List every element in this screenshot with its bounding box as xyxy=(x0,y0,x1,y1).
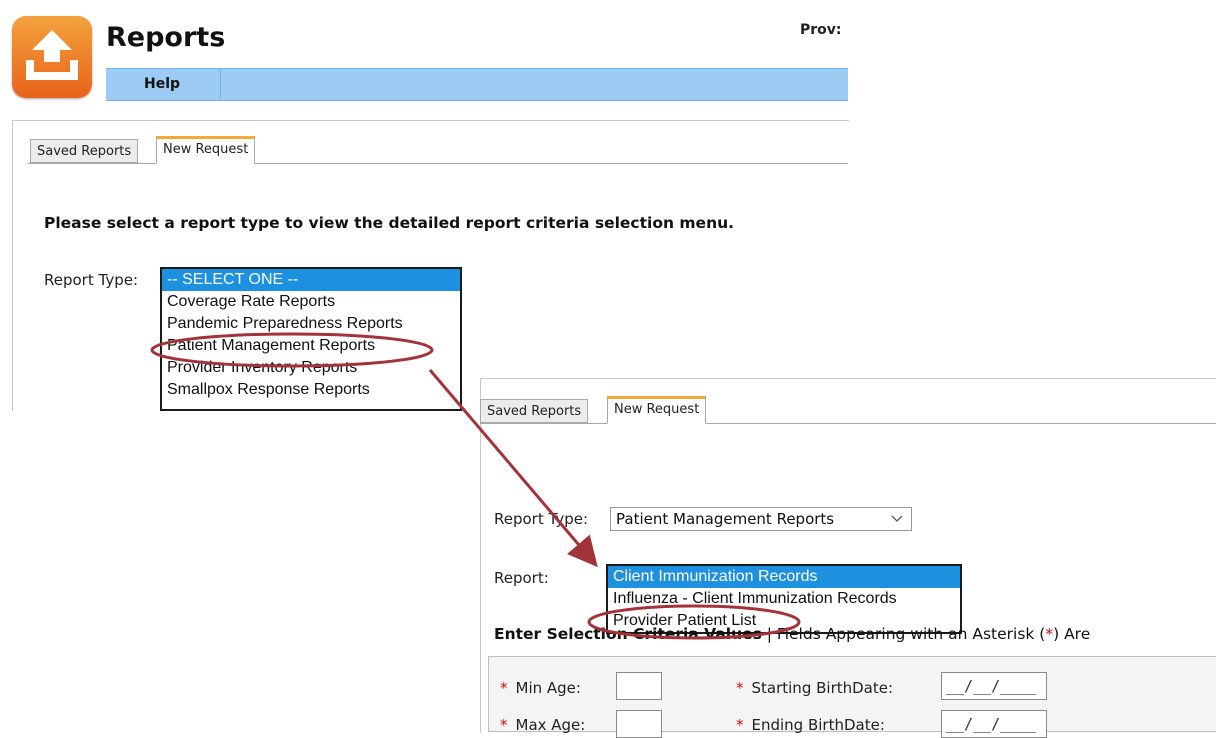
end-birthdate-label: * Ending BirthDate: xyxy=(736,716,885,734)
chevron-down-icon xyxy=(891,515,903,522)
report-type-option[interactable]: Pandemic Preparedness Reports xyxy=(162,313,460,335)
report-listbox[interactable]: Client Immunization Records Influenza - … xyxy=(606,564,962,634)
help-menu-item[interactable]: Help xyxy=(144,76,180,92)
report-type-option[interactable]: Coverage Rate Reports xyxy=(162,291,460,313)
tab-strip-line xyxy=(28,163,848,164)
tab-new-request[interactable]: New Request xyxy=(156,136,256,164)
report-label: Report: xyxy=(494,569,549,587)
max-age-input[interactable] xyxy=(616,710,662,738)
criteria-heading-title: Enter Selection Criteria Values xyxy=(494,625,762,643)
required-marker: * xyxy=(1045,625,1054,643)
report-type-option[interactable]: -- SELECT ONE -- xyxy=(162,269,460,291)
report-option[interactable]: Influenza - Client Immunization Records xyxy=(608,588,960,610)
tab-saved-reports[interactable]: Saved Reports xyxy=(30,139,139,163)
report-type-option[interactable]: Smallpox Response Reports xyxy=(162,379,460,401)
criteria-heading: Enter Selection Criteria Values | Fields… xyxy=(494,625,1090,643)
report-type-listbox[interactable]: -- SELECT ONE -- Coverage Rate Reports P… xyxy=(160,267,462,411)
max-age-label: * Max Age: xyxy=(500,716,586,734)
page-title: Reports xyxy=(106,22,226,53)
provider-label: Prov: xyxy=(800,22,842,38)
min-age-label: * Min Age: xyxy=(500,679,581,697)
menu-divider xyxy=(220,68,221,99)
report-option[interactable]: Client Immunization Records xyxy=(608,566,960,588)
report-type-label: Report Type: xyxy=(494,510,588,528)
instruction-text: Please select a report type to view the … xyxy=(44,214,735,232)
report-type-label: Report Type: xyxy=(44,271,138,289)
menu-bar xyxy=(106,68,848,101)
min-age-input[interactable] xyxy=(616,672,662,700)
report-type-option[interactable]: Provider Inventory Reports xyxy=(162,357,460,379)
tab-new-request[interactable]: New Request xyxy=(607,396,707,424)
start-birthdate-input[interactable]: __/__/____ xyxy=(941,672,1047,700)
criteria-heading-tail: ) Are xyxy=(1053,625,1091,643)
end-birthdate-input[interactable]: __/__/____ xyxy=(941,710,1047,738)
upload-tray-icon xyxy=(12,16,92,98)
report-type-select[interactable]: Patient Management Reports xyxy=(610,507,912,531)
tab-strip-line xyxy=(480,423,1216,424)
criteria-heading-note: | Fields Appearing with an Asterisk ( xyxy=(766,625,1046,643)
tab-saved-reports[interactable]: Saved Reports xyxy=(480,399,589,423)
report-type-value: Patient Management Reports xyxy=(616,510,835,528)
report-type-option[interactable]: Patient Management Reports xyxy=(162,335,460,357)
start-birthdate-label: * Starting BirthDate: xyxy=(736,679,894,697)
